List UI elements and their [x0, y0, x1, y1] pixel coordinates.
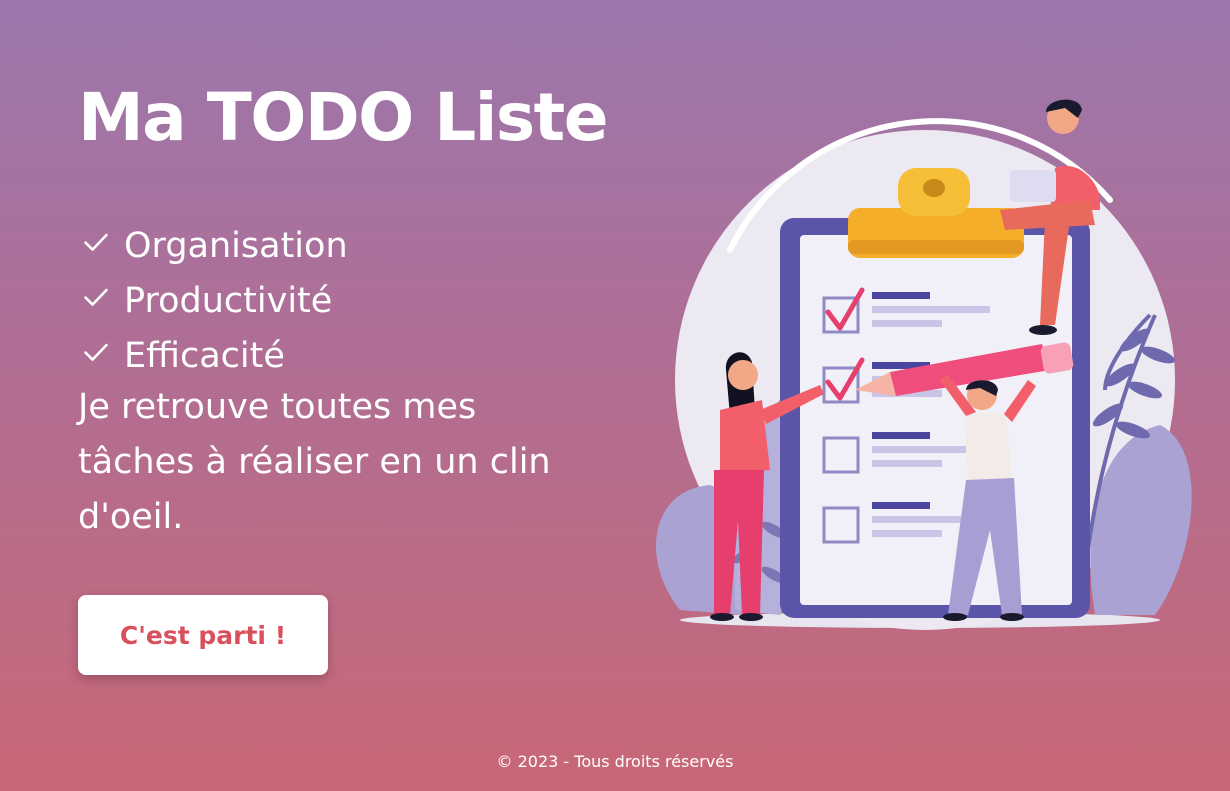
feature-label: Efficacité — [124, 335, 285, 376]
start-button[interactable]: C'est parti ! — [78, 595, 328, 675]
feature-item: Organisation — [82, 218, 348, 273]
feature-list: Organisation Productivité Efficacité — [82, 218, 348, 383]
check-icon — [84, 288, 108, 306]
feature-label: Organisation — [124, 225, 348, 266]
feature-item: Productivité — [82, 273, 348, 328]
feature-item: Efficacité — [82, 328, 348, 383]
footer-copyright: © 2023 - Tous droits réservés — [496, 752, 734, 771]
clipboard — [780, 168, 1090, 618]
check-icon — [84, 343, 108, 361]
clip-hole — [923, 179, 945, 197]
feature-label: Productivité — [124, 280, 333, 321]
todo-clipboard-illustration — [656, 99, 1192, 630]
hero-description: Je retrouve toutes mes tâches à réaliser… — [78, 387, 551, 537]
check-icon — [84, 233, 108, 251]
page-title: Ma TODO Liste — [78, 79, 608, 156]
